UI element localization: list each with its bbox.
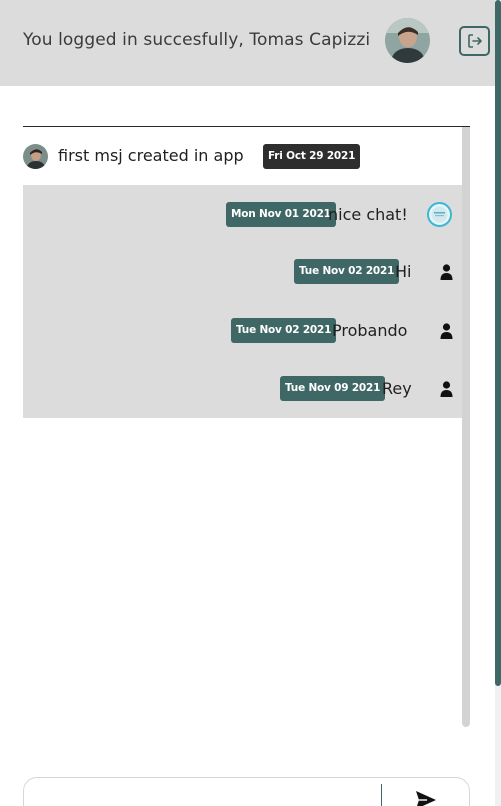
date-badge: Tue Nov 09 2021	[280, 376, 386, 401]
message-text: Rey	[382, 379, 412, 398]
list-item: Tue Nov 02 2021 Hi	[23, 243, 462, 301]
logout-icon	[467, 34, 482, 48]
list-item: Mon Nov 01 2021 nice chat!	[23, 185, 462, 243]
date-badge: Tue Nov 02 2021	[294, 259, 400, 284]
welcome-message: You logged in succesfully, Tomas Capizzi	[23, 30, 371, 50]
user-photo-icon[interactable]	[385, 18, 430, 63]
chat-panel: first msj created in app Fri Oct 29 2021…	[23, 126, 470, 727]
date-badge: Mon Nov 01 2021	[226, 202, 336, 227]
send-icon	[416, 790, 436, 806]
avatar	[23, 144, 48, 169]
page-scrollbar[interactable]	[495, 0, 501, 806]
message-composer	[23, 777, 470, 806]
page-scrollbar-thumb[interactable]	[495, 0, 501, 686]
message-text: nice chat!	[328, 205, 408, 224]
list-item: first msj created in app Fri Oct 29 2021	[23, 127, 462, 185]
chat-scrollbar[interactable]	[462, 127, 470, 727]
user-icon	[440, 381, 453, 397]
logout-button[interactable]	[459, 26, 490, 56]
user-icon	[440, 264, 453, 280]
chat-app: You logged in succesfully, Tomas Capizzi	[0, 0, 501, 806]
message-text: first msj created in app	[58, 146, 244, 165]
list-item: Tue Nov 02 2021 Probando	[23, 301, 462, 359]
message-list: first msj created in app Fri Oct 29 2021…	[23, 127, 462, 418]
message-group: Mon Nov 01 2021 nice chat! Tue Nov 02 20…	[23, 185, 462, 418]
message-text: Hi	[395, 262, 412, 281]
message-text: Probando	[332, 321, 408, 340]
header: You logged in succesfully, Tomas Capizzi	[0, 0, 495, 86]
list-item: Tue Nov 09 2021 Rey	[23, 359, 462, 417]
message-input[interactable]	[30, 782, 380, 806]
date-badge: Tue Nov 02 2021	[231, 318, 337, 343]
send-button[interactable]	[409, 786, 443, 806]
composer-divider	[381, 784, 382, 806]
date-badge: Fri Oct 29 2021	[263, 144, 361, 169]
bot-avatar-icon	[427, 202, 452, 227]
user-icon	[440, 323, 453, 339]
